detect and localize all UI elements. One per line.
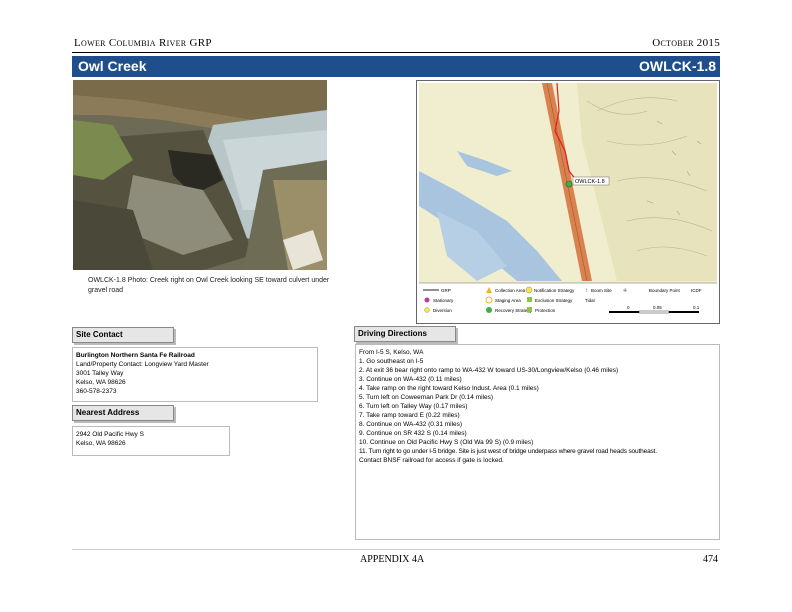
header-title: Lower Columbia River GRP <box>74 37 212 49</box>
direction-line: 10. Continue on Old Pacific Hwy S (Old W… <box>359 439 534 446</box>
scale-1: 0.05 <box>653 305 662 310</box>
direction-line: 9. Continue on SR 432 S (0.14 miles) <box>359 430 467 437</box>
legend-collection: Collection Area <box>495 288 526 293</box>
contact-line: Kelso, WA 98626 <box>76 379 126 386</box>
direction-line: 11. Turn right to go under I-5 bridge. S… <box>359 448 657 455</box>
address-line: 2942 Old Pacific Hwy S <box>76 431 144 438</box>
direction-line: From I-5 S, Kelso, WA <box>359 349 424 356</box>
legend-staging: Staging Area <box>495 298 521 303</box>
contact-line: Land/Property Contact: Longview Yard Mas… <box>76 361 209 368</box>
direction-line: Contact BNSF railroad for access if gate… <box>359 457 504 464</box>
contact-line: Burlington Northern Santa Fe Railroad <box>76 352 195 359</box>
nearest-address-box: 2942 Old Pacific Hwy S Kelso, WA 98626 <box>72 426 230 456</box>
site-photo <box>73 80 327 270</box>
compass-icon: ✛ <box>623 288 627 294</box>
legend-protection: Protection <box>535 308 556 313</box>
site-code: OWLCK-1.8 <box>639 58 716 74</box>
direction-line: 1. Go southeast on I-5 <box>359 358 424 365</box>
scale-2: 0.1 <box>693 305 700 310</box>
site-name: Owl Creek <box>78 58 147 74</box>
photo-caption: OWLCK-1.8 Photo: Creek right on Owl Cree… <box>88 277 330 294</box>
nearest-address-label: Nearest Address <box>72 405 174 421</box>
contact-line: 3001 Talley Way <box>76 370 124 377</box>
legend-notification: Notification Strategy <box>534 288 575 293</box>
contact-line: 360-578-2373 <box>76 388 117 395</box>
site-contact-label: Site Contact <box>72 327 174 343</box>
direction-line: 2. At exit 36 bear right onto ramp to WA… <box>359 367 619 374</box>
legend-grp: GRP <box>441 288 451 293</box>
direction-line: 4. Take ramp on the right toward Kelso I… <box>359 385 539 392</box>
page-number: 474 <box>703 554 718 565</box>
legend-diversion: Diversion <box>433 308 452 313</box>
legend-boom: Boom Site <box>591 288 612 293</box>
header-date: October 2015 <box>652 37 720 49</box>
footer-appendix: APPENDIX 4A <box>360 554 425 565</box>
driving-directions-box: From I-5 S, Kelso, WA 1. Go southeast on… <box>355 344 720 540</box>
site-contact-box: Burlington Northern Santa Fe Railroad La… <box>72 347 318 402</box>
direction-line: 7. Take ramp toward E (0.22 miles) <box>359 412 460 419</box>
site-map: OWLCK-1.8 GRP Collection Area Notificati… <box>416 80 720 324</box>
legend-tidal: Tidal <box>585 298 595 303</box>
direction-line: 8. Continue on WA-432 (0.31 miles) <box>359 421 463 428</box>
legend-exclusion: Exclusion Strategy <box>535 298 573 303</box>
north-arrow-icon: ↑ <box>585 288 588 294</box>
header-rule <box>72 52 720 53</box>
legend-icdf: ICDF <box>691 288 702 293</box>
title-bar: Owl Creek OWLCK-1.8 <box>72 56 720 77</box>
legend-stationary: Stationary <box>433 298 454 303</box>
direction-line: 6. Turn left on Talley Way (0.17 miles) <box>359 403 468 410</box>
direction-line: 5. Turn left on Coweeman Park Dr (0.14 m… <box>359 394 494 401</box>
direction-line: 3. Continue on WA-432 (0.11 miles) <box>359 376 462 383</box>
footer-rule <box>72 549 720 550</box>
driving-directions-label: Driving Directions <box>354 326 456 342</box>
legend-boundary: Boundary Point <box>649 288 681 293</box>
address-line: Kelso, WA 98626 <box>76 440 126 447</box>
map-site-label: OWLCK-1.8 <box>575 179 605 185</box>
